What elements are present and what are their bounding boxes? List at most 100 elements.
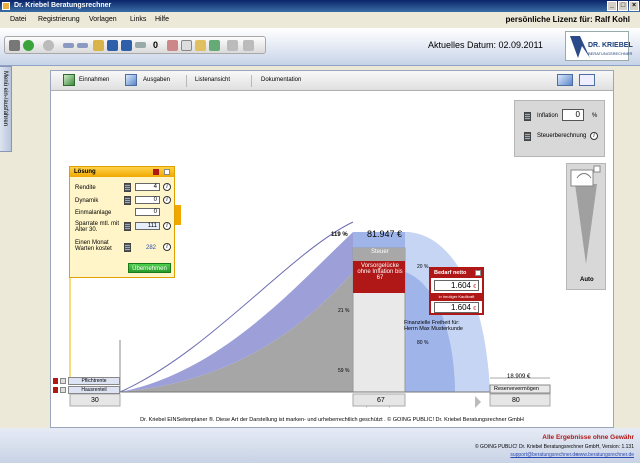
save-as-icon[interactable]	[121, 40, 132, 51]
einmal-label: Einmalanlage	[75, 210, 112, 216]
tax-calculator-icon[interactable]	[524, 132, 531, 141]
dynamik-info-icon[interactable]: i	[163, 196, 171, 204]
label-pct-20: 20 %	[417, 264, 429, 270]
bedarf-netto-box: Bedarf netto 1.604 € in heutiger Kaufkra…	[429, 267, 484, 315]
toolbar-counter: 0	[153, 40, 159, 50]
window-title-bar: Dr. Kriebel Beratungsrechner _ □ ×	[0, 0, 640, 12]
dynamik-input[interactable]: 0	[135, 196, 160, 204]
home-icon[interactable]	[9, 40, 20, 51]
label-amount-right: 18.909 €	[507, 374, 531, 380]
table-view-icon[interactable]	[579, 74, 595, 86]
rendite-calc-icon[interactable]	[124, 183, 131, 192]
label-pct-119: 119 %	[331, 232, 348, 238]
open-icon[interactable]	[93, 40, 104, 51]
warten-label: Einen Monat Warten kostet	[75, 240, 112, 252]
warten-calc-icon[interactable]	[124, 243, 131, 252]
bedarf-value2: 1.604	[450, 303, 471, 312]
app-icon	[2, 2, 10, 10]
label-reserve: Reservevermögen	[494, 386, 539, 392]
calculator-icon[interactable]	[524, 112, 531, 121]
window-title: Dr. Kriebel Beratungsrechner	[14, 2, 112, 9]
inflation-label: Inflation	[537, 113, 559, 119]
close-button[interactable]: ×	[629, 1, 639, 11]
dynamik-label: Dynamik	[75, 198, 99, 204]
tab-ausgaben[interactable]: Ausgaben	[143, 77, 170, 83]
sparrate-input[interactable]: 111	[135, 222, 160, 230]
menu-bar: Datei Registrierung Vorlagen Links Hilfe…	[0, 12, 640, 28]
warten-value: 282	[146, 245, 157, 251]
bedarf-close-icon[interactable]	[475, 270, 481, 276]
einmal-input[interactable]: 0	[135, 208, 160, 216]
steuer-info-icon[interactable]: i	[590, 132, 598, 140]
inflation-input[interactable]: 0	[562, 109, 584, 121]
menu-datei[interactable]: Datei	[10, 16, 26, 23]
forward-icon[interactable]	[43, 40, 54, 51]
toolbar-strip: 0	[4, 36, 266, 54]
label-pct-21: 21 %	[338, 308, 350, 314]
bedarf-unit1: €	[473, 284, 476, 290]
hausrente-toggle[interactable]	[60, 387, 66, 393]
footer-company: © GOING PUBLIC! Dr. Kriebel Beratungsrec…	[474, 444, 634, 450]
menu-registrierung[interactable]: Registrierung	[38, 16, 80, 23]
warten-info-icon[interactable]: i	[163, 243, 171, 251]
uebernehmen-button[interactable]: Übernehmen	[128, 263, 171, 273]
content-toolbar: Einnahmen Ausgaben Listenansicht Dokumen…	[51, 71, 613, 91]
window-icon[interactable]	[227, 40, 238, 51]
back-icon[interactable]	[23, 40, 34, 51]
logo-line1: DR. KRIEBEL	[588, 42, 633, 49]
sparrate-calc-icon[interactable]	[124, 222, 131, 231]
inflation-unit: %	[592, 113, 598, 119]
print-icon[interactable]	[181, 40, 192, 51]
pflicht-toggle[interactable]	[60, 378, 66, 384]
footer-email-link[interactable]: support@beratungsrechner.de	[510, 452, 578, 458]
footer-website-link[interactable]: www.beratungsrechner.de	[576, 452, 634, 458]
chart-view-icon[interactable]	[557, 74, 573, 86]
toolbar-separator	[251, 75, 252, 87]
menu-hilfe[interactable]: Hilfe	[155, 16, 169, 23]
bedarf-unit2: €	[473, 306, 476, 312]
company-logo: DR. KRIEBEL BERATUNGSRECHNER	[565, 31, 633, 61]
bedarf-value1-field[interactable]: 1.604 €	[434, 280, 479, 291]
loesung-title: Lösung	[74, 169, 96, 175]
list-icon[interactable]	[77, 43, 88, 48]
sparrate-label: Sparrate mtl. mit Alter 30.	[75, 221, 120, 233]
tab-einnahmen[interactable]: Einnahmen	[79, 77, 109, 83]
inflation-panel: Inflation 0 % Steuerberechnung i	[514, 100, 605, 157]
axis-start-value: 30	[91, 397, 99, 404]
minimize-button[interactable]: _	[607, 1, 617, 11]
maximize-button[interactable]: □	[618, 1, 628, 11]
divider-icon	[135, 42, 146, 48]
rendite-label: Rendite	[75, 185, 96, 191]
axis-arrow-end-icon[interactable]	[475, 396, 481, 408]
steuer-label: Steuerberechnung	[537, 133, 587, 139]
menu-links[interactable]: Links	[130, 16, 146, 23]
current-date: Aktuelles Datum: 02.09.2011	[428, 40, 543, 50]
sidebar-toggle-label: Menü ein-/ausfahren	[2, 71, 8, 127]
loesung-pointer	[175, 205, 181, 225]
tools-icon[interactable]	[209, 40, 220, 51]
tab-dokumentation[interactable]: Dokumentation	[261, 77, 301, 83]
sidebar-toggle-tab[interactable]: Menü ein-/ausfahren	[0, 66, 12, 152]
label-pct-80: 80 %	[417, 340, 429, 346]
save-icon[interactable]	[107, 40, 118, 51]
export-icon[interactable]	[167, 40, 178, 51]
tab-listenansicht[interactable]: Listenansicht	[195, 77, 230, 83]
label-steuer: Steuer	[371, 249, 389, 255]
loesung-panel: Lösung Rendite 4 i Dynamik 0 i Einmalanl…	[69, 166, 175, 278]
logo-line2: BERATUNGSRECHNER	[588, 51, 633, 56]
bedarf-value1: 1.604	[450, 281, 471, 290]
bedarf-value2-field[interactable]: 1.604 €	[434, 302, 479, 313]
dynamik-calc-icon[interactable]	[124, 196, 131, 205]
slider-handle[interactable]	[570, 169, 594, 187]
window2-icon[interactable]	[243, 40, 254, 51]
slider-close-icon[interactable]	[593, 165, 601, 173]
sparrate-info-icon[interactable]: i	[163, 222, 171, 230]
menu-vorlagen[interactable]: Vorlagen	[89, 16, 117, 23]
settings-icon[interactable]	[195, 40, 206, 51]
view-icon[interactable]	[63, 43, 74, 48]
loesung-close-icon[interactable]	[164, 169, 170, 175]
rendite-info-icon[interactable]: i	[163, 183, 171, 191]
rendite-input[interactable]: 4	[135, 183, 160, 191]
axis-end-value: 80	[512, 397, 520, 404]
loesung-minimize-icon[interactable]	[153, 169, 159, 175]
